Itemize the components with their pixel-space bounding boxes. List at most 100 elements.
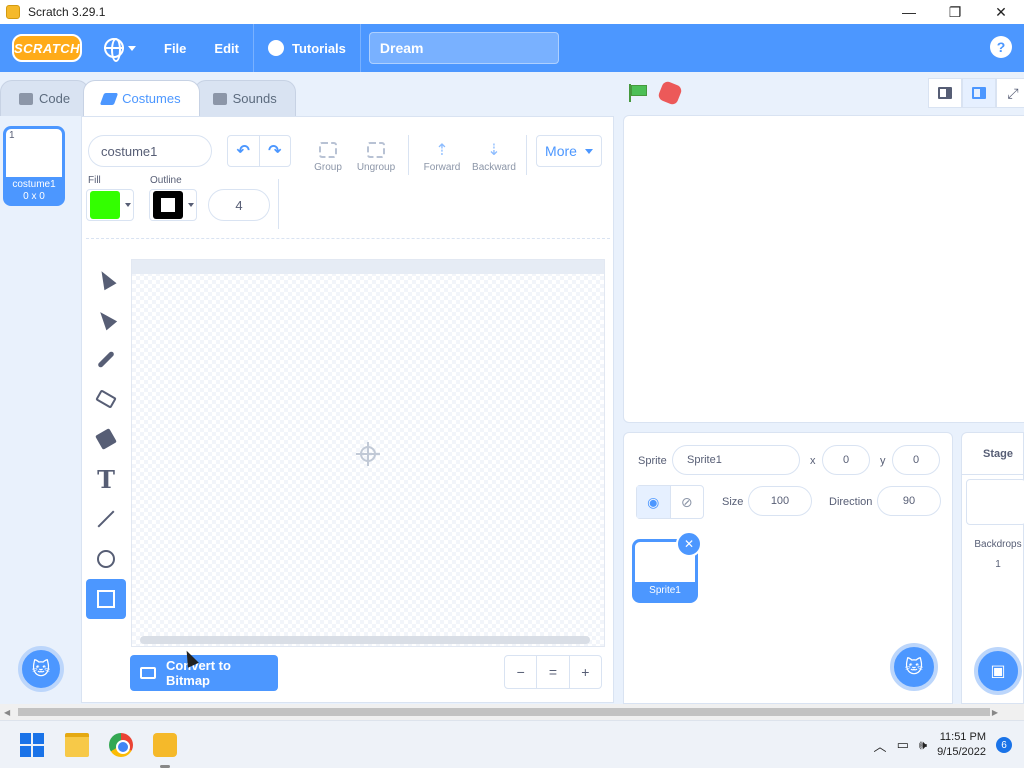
brush-icon — [99, 92, 119, 105]
scratch-logo[interactable]: SCRATCH — [12, 34, 82, 62]
maximize-button[interactable]: ❐ — [932, 0, 978, 24]
x-input[interactable]: 0 — [822, 445, 870, 475]
hide-sprite-button[interactable]: ⊘ — [669, 486, 704, 518]
speaker-icon — [212, 92, 227, 105]
paint-toolbox: T — [86, 259, 126, 619]
select-tool[interactable] — [86, 259, 126, 299]
eraser-tool[interactable] — [86, 379, 126, 419]
y-input[interactable]: 0 — [892, 445, 940, 475]
size-label: Size — [722, 496, 744, 508]
backward-button[interactable]: ⇣ Backward — [470, 133, 518, 173]
costume-name-input[interactable]: costume1 — [88, 135, 212, 167]
circle-tool[interactable] — [86, 539, 126, 579]
project-title-input[interactable]: Dream — [368, 32, 559, 64]
start-button[interactable] — [20, 733, 44, 757]
undo-icon: ↶ — [236, 143, 250, 160]
tab-code[interactable]: Code — [0, 80, 90, 116]
backdrops-count: 1 — [995, 559, 1001, 570]
more-button[interactable]: More — [536, 135, 602, 167]
undo-button[interactable]: ↶ — [228, 136, 259, 166]
window-horizontal-scrollbar[interactable]: ◀ ▶ — [0, 704, 1024, 720]
clock[interactable]: 11:51 PM 9/15/2022 — [937, 730, 986, 760]
rectangle-icon — [97, 590, 115, 608]
edit-menu[interactable]: Edit — [200, 24, 253, 72]
costume-tile[interactable]: 1 costume1 0 x 0 — [3, 126, 65, 206]
scroll-left-icon[interactable]: ◀ — [4, 708, 10, 717]
choose-backdrop-button[interactable]: ▣ — [974, 647, 1022, 695]
file-menu[interactable]: File — [150, 24, 200, 72]
paint-canvas[interactable] — [131, 259, 605, 647]
outline-width-input[interactable]: 4 — [208, 189, 270, 221]
reshape-tool[interactable] — [86, 299, 126, 339]
scroll-right-icon[interactable]: ▶ — [992, 708, 998, 717]
tutorials-menu[interactable]: Tutorials — [254, 24, 360, 72]
outline-color-picker[interactable] — [149, 189, 197, 221]
direction-input[interactable]: 90 — [877, 486, 941, 516]
eye-slash-icon: ⊘ — [680, 493, 693, 510]
costume-tile-label: costume1 0 x 0 — [6, 177, 62, 203]
forward-button[interactable]: ⇡ Forward — [418, 133, 466, 173]
window-titlebar: Scratch 3.29.1 — ❐ ✕ — [0, 0, 1024, 24]
toolbar-divider — [526, 135, 527, 175]
volume-icon[interactable]: 🕪 — [919, 737, 927, 753]
rectangle-tool[interactable] — [86, 579, 126, 619]
text-icon: T — [97, 464, 115, 494]
convert-label: Convert to Bitmap — [165, 658, 231, 688]
paint-editor: costume1 ↶ ↷ Group Ungroup ⇡ Forward ⇣ B… — [81, 116, 614, 703]
small-stage-button[interactable] — [928, 78, 962, 108]
network-icon[interactable]: ▭ — [897, 737, 909, 753]
canvas-scroll-top — [132, 260, 604, 274]
zoom-out-button[interactable]: − — [505, 656, 536, 688]
language-menu[interactable] — [82, 24, 150, 72]
circle-icon — [97, 550, 115, 568]
stage-selector[interactable]: Stage Backdrops 1 ▣ — [961, 432, 1024, 704]
chevron-down-icon — [125, 203, 131, 207]
text-tool[interactable]: T — [86, 459, 126, 499]
y-label: y — [880, 455, 886, 467]
canvas-horizontal-scrollbar[interactable] — [140, 636, 590, 644]
notification-badge[interactable]: 6 — [996, 737, 1012, 753]
stage-thumbnail[interactable] — [966, 479, 1024, 525]
scratch-taskbar-icon[interactable] — [153, 733, 177, 757]
sprite-name-input[interactable]: Sprite1 — [672, 445, 800, 475]
chrome-icon[interactable] — [109, 733, 133, 757]
fullscreen-button[interactable]: ⤢ — [996, 78, 1024, 108]
chevron-up-icon[interactable]: ︿ — [874, 736, 887, 755]
help-icon[interactable]: ? — [990, 36, 1012, 58]
ungroup-button[interactable]: Ungroup — [352, 133, 400, 173]
costume-tile-name: costume1 — [12, 179, 56, 190]
group-button[interactable]: Group — [304, 133, 352, 173]
redo-button[interactable]: ↷ — [258, 136, 291, 166]
eye-icon: ◉ — [647, 493, 660, 510]
file-explorer-icon[interactable] — [65, 733, 89, 757]
convert-to-bitmap-button[interactable]: Convert to Bitmap — [130, 655, 278, 691]
minimize-button[interactable]: — — [886, 0, 932, 24]
tab-costumes[interactable]: Costumes — [83, 80, 200, 116]
fill-color-picker[interactable] — [86, 189, 134, 221]
show-sprite-button[interactable]: ◉ — [637, 486, 670, 518]
tab-sounds[interactable]: Sounds — [193, 80, 296, 116]
green-flag-button[interactable] — [628, 84, 648, 102]
choose-costume-button[interactable]: 🐱 — [18, 646, 64, 692]
tab-costumes-label: Costumes — [122, 91, 181, 106]
zoom-reset-button[interactable]: = — [536, 656, 568, 688]
fill-tool[interactable] — [86, 419, 126, 459]
normal-stage-button[interactable] — [962, 78, 996, 108]
stage-canvas[interactable] — [623, 115, 1024, 423]
group-icon — [319, 142, 337, 158]
scrollbar-thumb[interactable] — [18, 708, 990, 716]
backward-label: Backward — [472, 162, 516, 173]
windows-icon-part — [20, 746, 31, 757]
toolbar-divider — [408, 135, 409, 175]
outline-swatch — [153, 191, 183, 219]
size-input[interactable]: 100 — [748, 486, 812, 516]
chevron-down-icon — [128, 45, 136, 51]
line-tool[interactable] — [86, 499, 126, 539]
delete-sprite-button[interactable]: ✕ — [676, 531, 702, 557]
chevron-down-icon — [188, 203, 194, 207]
close-button[interactable]: ✕ — [978, 0, 1024, 24]
scratch-menubar: SCRATCH File Edit Tutorials Dream ? — [0, 24, 1024, 72]
choose-sprite-button[interactable]: 🐱 — [890, 643, 938, 691]
zoom-in-button[interactable]: + — [568, 656, 601, 688]
brush-tool[interactable] — [86, 339, 126, 379]
